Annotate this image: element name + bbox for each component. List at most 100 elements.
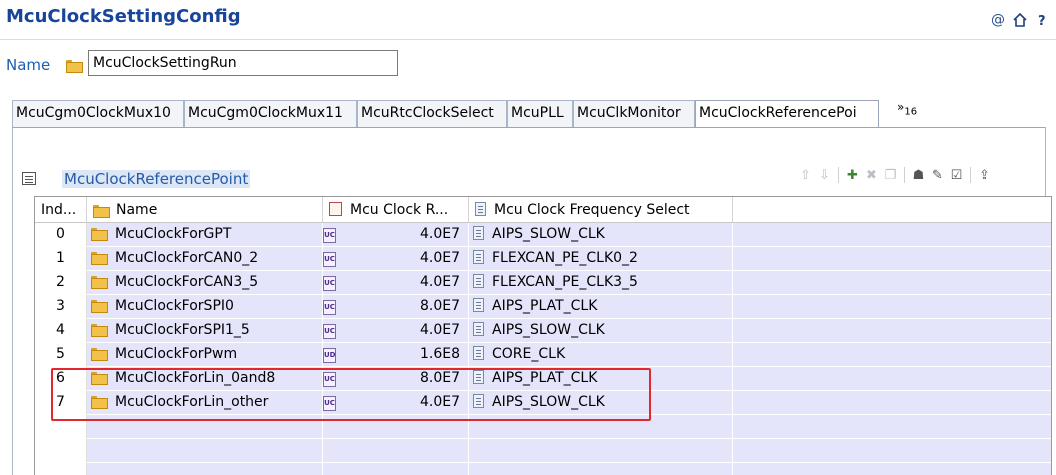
table-row[interactable]: 3 McuClockForSPI0 UC 8.0E7 AIPS_PLAT_CLK bbox=[35, 295, 1051, 319]
row-filler bbox=[733, 271, 1051, 295]
user-icon[interactable]: ☗ bbox=[909, 166, 928, 184]
move-up-icon[interactable]: ⇧ bbox=[796, 166, 815, 184]
row-name: McuClockForGPT bbox=[115, 226, 232, 242]
row-frequency-cell[interactable]: UC 8.0E7 bbox=[323, 367, 469, 391]
row-index: 0 bbox=[35, 223, 87, 247]
row-select-cell[interactable]: AIPS_SLOW_CLK bbox=[469, 223, 733, 247]
row-select-cell[interactable]: FLEXCAN_PE_CLK0_2 bbox=[469, 247, 733, 271]
column-header-frequency-select[interactable]: Mcu Clock Frequency Select bbox=[469, 197, 733, 222]
row-select-cell[interactable]: CORE_CLK bbox=[469, 343, 733, 367]
row-frequency-cell[interactable]: UC 4.0E7 bbox=[323, 271, 469, 295]
row-filler bbox=[733, 247, 1051, 271]
row-frequency-cell[interactable]: UC 4.0E7 bbox=[323, 247, 469, 271]
home-icon[interactable] bbox=[1012, 12, 1028, 28]
row-frequency-cell[interactable]: UD 1.6E8 bbox=[323, 343, 469, 367]
row-select-cell[interactable]: AIPS_SLOW_CLK bbox=[469, 319, 733, 343]
folder-icon bbox=[91, 300, 108, 313]
table-row[interactable]: 2 McuClockForCAN3_5 UC 4.0E7 FLEXCAN_PE_C… bbox=[35, 271, 1051, 295]
row-frequency-cell[interactable]: UC 8.0E7 bbox=[323, 295, 469, 319]
row-frequency-cell[interactable]: UC 4.0E7 bbox=[323, 319, 469, 343]
row-select-cell[interactable]: FLEXCAN_PE_CLK3_5 bbox=[469, 271, 733, 295]
row-select-cell[interactable]: AIPS_PLAT_CLK bbox=[469, 295, 733, 319]
row-index: 6 bbox=[35, 367, 87, 391]
at-icon[interactable]: @ bbox=[990, 12, 1006, 28]
row-select: AIPS_PLAT_CLK bbox=[492, 370, 598, 386]
edit-icon[interactable]: ✎ bbox=[928, 166, 947, 184]
row-index: 4 bbox=[35, 319, 87, 343]
folder-icon bbox=[91, 372, 108, 385]
table-row[interactable]: 5 McuClockForPwm UD 1.6E8 CORE_CLK bbox=[35, 343, 1051, 367]
tab-clk-monitor[interactable]: McuClkMonitor bbox=[573, 100, 695, 128]
unit-icon: UC bbox=[323, 396, 336, 411]
table-header: Ind... Name Mcu Clock R... Mcu Clock Fre… bbox=[35, 197, 1051, 223]
row-index: 5 bbox=[35, 343, 87, 367]
reference-point-table: Ind... Name Mcu Clock R... Mcu Clock Fre… bbox=[34, 196, 1052, 475]
row-select: FLEXCAN_PE_CLK0_2 bbox=[492, 250, 638, 266]
row-frequency-cell[interactable]: UC 4.0E7 bbox=[323, 391, 469, 415]
help-icon[interactable]: ? bbox=[1034, 12, 1050, 28]
delete-icon[interactable]: ✖ bbox=[862, 166, 881, 184]
toolbar-divider bbox=[970, 167, 971, 183]
header-icons: @ ? bbox=[990, 12, 1050, 28]
calendar-icon bbox=[329, 202, 342, 216]
tabs-overflow-button[interactable]: »16 bbox=[897, 100, 917, 117]
row-frequency: 8.0E7 bbox=[419, 370, 460, 386]
column-header-frequency-label: Mcu Clock R... bbox=[350, 202, 449, 218]
row-name-cell bbox=[87, 439, 323, 463]
add-icon[interactable]: ✚ bbox=[843, 166, 862, 184]
tab-pll[interactable]: McuPLL bbox=[507, 100, 573, 128]
row-index: 1 bbox=[35, 247, 87, 271]
table-row[interactable]: 0 McuClockForGPT UC 4.0E7 AIPS_SLOW_CLK bbox=[35, 223, 1051, 247]
row-select-cell[interactable]: AIPS_PLAT_CLK bbox=[469, 367, 733, 391]
document-icon bbox=[473, 370, 484, 384]
move-down-icon[interactable]: ⇩ bbox=[815, 166, 834, 184]
row-frequency-cell[interactable]: UC 4.0E7 bbox=[323, 223, 469, 247]
unit-icon: UC bbox=[323, 372, 336, 387]
tab-clock-reference-point[interactable]: McuClockReferencePoi bbox=[695, 100, 879, 129]
row-select: FLEXCAN_PE_CLK3_5 bbox=[492, 274, 638, 290]
export-icon[interactable]: ⇪ bbox=[975, 166, 994, 184]
table-row[interactable]: 4 McuClockForSPI1_5 UC 4.0E7 AIPS_SLOW_CL… bbox=[35, 319, 1051, 343]
column-header-name-label: Name bbox=[116, 202, 158, 218]
tab-rtc-clock-select[interactable]: McuRtcClockSelect bbox=[357, 100, 507, 128]
document-icon bbox=[473, 346, 484, 360]
copy-icon[interactable]: ❐ bbox=[881, 166, 900, 184]
unit-icon: UC bbox=[323, 276, 336, 291]
row-select-cell[interactable]: AIPS_SLOW_CLK bbox=[469, 391, 733, 415]
row-filler bbox=[733, 439, 1051, 463]
row-select-cell bbox=[469, 415, 733, 439]
edit-table-icon[interactable]: ☑ bbox=[947, 166, 966, 184]
page-title: McuClockSettingConfig bbox=[6, 6, 241, 27]
row-select: CORE_CLK bbox=[492, 346, 566, 362]
row-index: 3 bbox=[35, 295, 87, 319]
empty-row bbox=[35, 439, 1051, 463]
row-index: 2 bbox=[35, 271, 87, 295]
table-row[interactable]: 6 McuClockForLin_0and8 UC 8.0E7 AIPS_PLAT… bbox=[35, 367, 1051, 391]
table-row[interactable]: 7 McuClockForLin_other UC 4.0E7 AIPS_SLOW… bbox=[35, 391, 1051, 415]
row-filler bbox=[733, 415, 1051, 439]
table-row[interactable]: 1 McuClockForCAN0_2 UC 4.0E7 FLEXCAN_PE_C… bbox=[35, 247, 1051, 271]
unit-icon: UC bbox=[323, 324, 336, 339]
row-name: McuClockForSPI1_5 bbox=[115, 322, 250, 338]
row-frequency-cell bbox=[323, 463, 469, 475]
table-toolbar: ⇧ ⇩ ✚ ✖ ❐ ☗ ✎ ☑ ⇪ bbox=[796, 166, 994, 186]
column-header-name[interactable]: Name bbox=[87, 197, 323, 222]
row-select-cell bbox=[469, 439, 733, 463]
row-name-cell: McuClockForPwm bbox=[87, 343, 323, 367]
row-filler bbox=[733, 343, 1051, 367]
folder-icon bbox=[91, 396, 108, 409]
row-filler bbox=[733, 319, 1051, 343]
row-select: AIPS_SLOW_CLK bbox=[492, 394, 605, 410]
table-icon bbox=[22, 172, 36, 185]
svg-text:?: ? bbox=[1038, 14, 1046, 27]
row-name-cell: McuClockForLin_0and8 bbox=[87, 367, 323, 391]
column-header-index[interactable]: Ind... bbox=[35, 197, 87, 222]
folder-icon bbox=[66, 58, 90, 74]
document-icon bbox=[473, 250, 484, 264]
tab-mux11[interactable]: McuCgm0ClockMux11 bbox=[184, 100, 357, 128]
row-name-cell bbox=[87, 463, 323, 475]
name-field[interactable] bbox=[88, 50, 398, 76]
folder-icon bbox=[91, 228, 108, 241]
column-header-frequency[interactable]: Mcu Clock R... bbox=[323, 197, 469, 222]
tab-mux10[interactable]: McuCgm0ClockMux10 bbox=[12, 100, 184, 128]
